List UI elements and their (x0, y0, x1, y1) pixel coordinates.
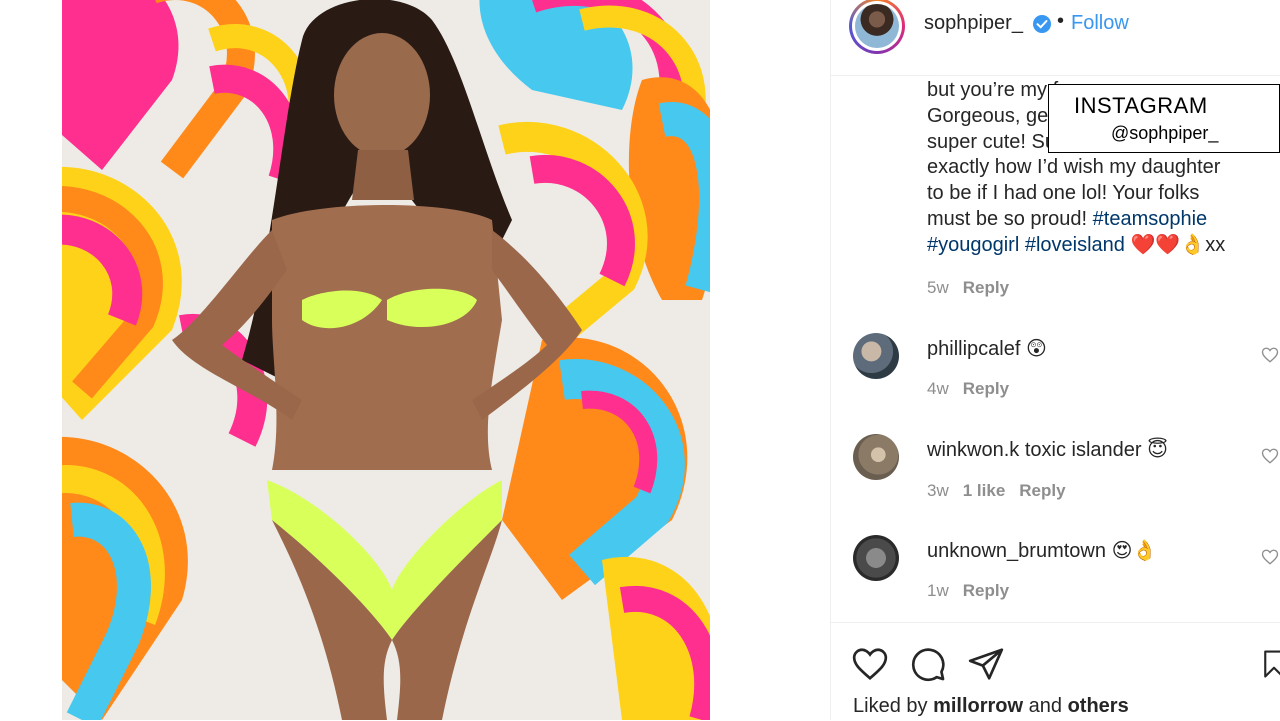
like-comment-heart-icon[interactable] (1261, 447, 1279, 465)
post-image[interactable] (62, 0, 710, 720)
reply-button[interactable]: Reply (963, 379, 1009, 398)
comment-item: unknown_brumtown 😍👌 (927, 538, 1157, 563)
separator-dot: • (1057, 10, 1065, 32)
commenter-avatar[interactable] (853, 535, 899, 581)
comment-body: 😍👌 (1111, 540, 1158, 562)
comment-likes[interactable]: 1 like (963, 481, 1006, 500)
hashtag-link[interactable]: #yougogirl (927, 234, 1019, 256)
share-icon[interactable] (967, 645, 1005, 683)
source-watermark: INSTAGRAM @sophpiper_ (1048, 84, 1280, 153)
hashtag-link[interactable]: #teamsophie (1093, 208, 1208, 230)
comment-body: toxic islander 😇 (1024, 439, 1168, 461)
reply-button[interactable]: Reply (963, 278, 1009, 297)
hashtag-link[interactable]: #loveisland (1025, 234, 1125, 256)
comment-meta: 4w Reply (927, 379, 1009, 399)
reply-button[interactable]: Reply (963, 581, 1009, 600)
bookmark-icon[interactable] (1259, 645, 1280, 683)
profile-avatar[interactable] (849, 0, 905, 54)
caption-line: to be if I had one lol! Your folks (927, 182, 1200, 205)
photo-illustration (62, 0, 710, 720)
liked-by-text: Liked by millorrow and others (853, 695, 1129, 717)
verified-icon (1033, 15, 1051, 33)
follow-button[interactable]: Follow (1071, 12, 1129, 35)
caption-line: exactly how I’d wish my daughter (927, 156, 1221, 179)
caption-meta: 5w Reply (927, 278, 1009, 298)
commenter-avatar[interactable] (853, 434, 899, 480)
comment-age: 4w (927, 379, 949, 398)
comment-username[interactable]: winkwon.k (927, 439, 1019, 461)
caption-line: must be so proud! #teamsophie (927, 207, 1208, 230)
comment-body: 😲 (1025, 338, 1047, 360)
post-media (0, 0, 830, 720)
liked-by-others[interactable]: others (1068, 695, 1129, 717)
comment-item: winkwon.k toxic islander 😇 (927, 437, 1168, 462)
comment-meta: 3w 1 like Reply (927, 481, 1066, 501)
watermark-handle: @sophpiper_ (1111, 123, 1219, 143)
comment-item: phillipcalef 😲 (927, 336, 1047, 361)
post-username[interactable]: sophpiper_ (924, 12, 1023, 35)
caption-emoji: ❤️❤️👌xx (1130, 233, 1226, 256)
post-header: sophpiper_ • Follow (831, 0, 1280, 76)
comment-age: 5w (927, 278, 949, 297)
comment-username[interactable]: unknown_brumtown (927, 540, 1106, 562)
like-comment-heart-icon[interactable] (1261, 346, 1279, 364)
comment-meta: 1w Reply (927, 581, 1009, 601)
post-actions: Liked by millorrow and others (831, 622, 1280, 721)
liked-by-user[interactable]: millorrow (933, 695, 1023, 717)
comment-username[interactable]: phillipcalef (927, 338, 1020, 360)
watermark-title: INSTAGRAM (1074, 93, 1208, 118)
like-comment-heart-icon[interactable] (1261, 548, 1279, 566)
comment-age: 1w (927, 581, 949, 600)
comment-icon[interactable] (909, 645, 947, 683)
reply-button[interactable]: Reply (1019, 481, 1065, 500)
comment-age: 3w (927, 481, 949, 500)
commenter-avatar[interactable] (853, 333, 899, 379)
caption-line: #yougogirl #loveisland ❤️❤️👌xx (927, 233, 1257, 259)
heart-icon[interactable] (851, 645, 889, 683)
